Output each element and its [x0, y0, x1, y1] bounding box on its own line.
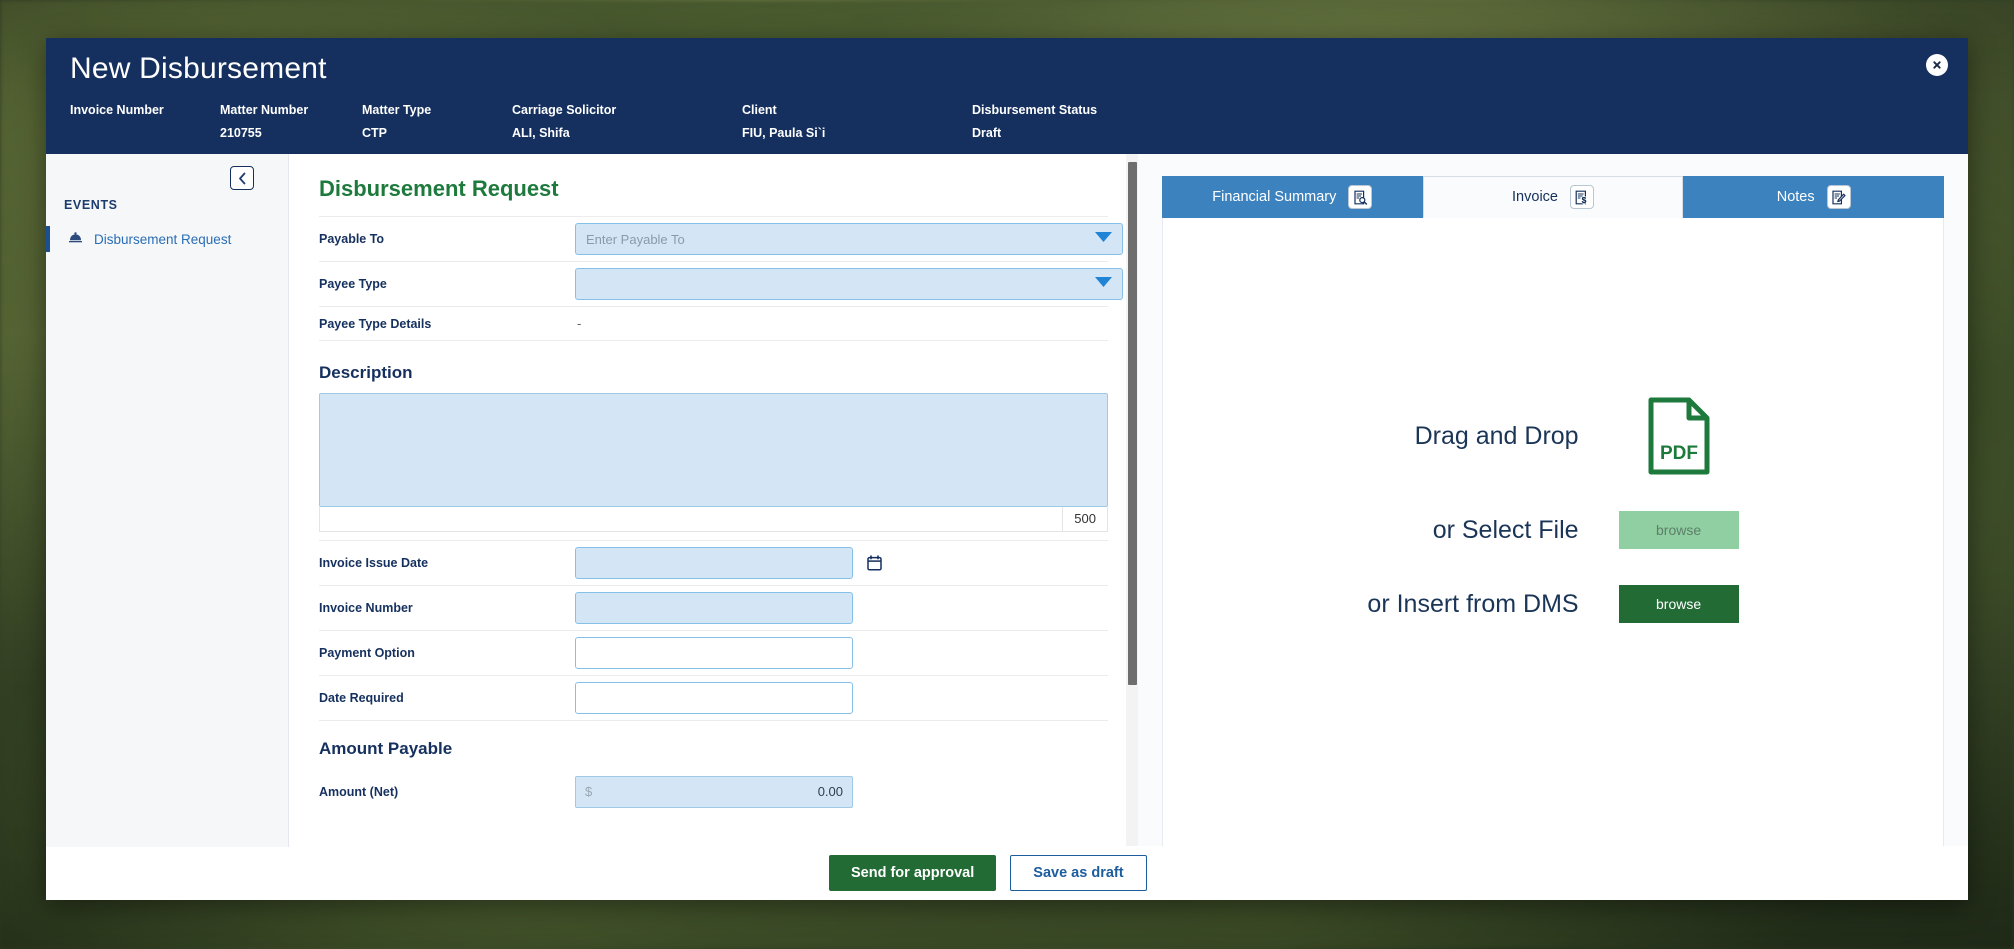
service-bell-icon [68, 230, 83, 248]
field-amount-net: Amount (Net) $ 0.00 [319, 769, 1108, 814]
disbursement-form-column: Disbursement Request Payable To Enter Pa… [289, 154, 1138, 900]
tab-notes[interactable]: Notes [1683, 176, 1945, 218]
field-date-required: Date Required [319, 675, 1108, 720]
meta-value: ALI, Shifa [512, 126, 570, 140]
browse-dms-button[interactable]: browse [1618, 585, 1739, 623]
meta-client: Client FIU, Paula Si`i [742, 102, 972, 141]
meta-value: FIU, Paula Si`i [742, 126, 826, 140]
payable-to-select[interactable] [575, 223, 1123, 255]
description-counter-row: 500 [319, 507, 1108, 532]
meta-disbursement-status: Disbursement Status Draft [972, 102, 1172, 141]
field-invoice-number: Invoice Number [319, 585, 1108, 630]
invoice-issue-date-input[interactable] [575, 547, 853, 579]
field-payment-option: Payment Option [319, 630, 1108, 675]
payee-type-input[interactable] [575, 268, 1123, 300]
payee-type-select[interactable] [575, 268, 1123, 300]
form-section-title: Disbursement Request [319, 176, 559, 201]
document-dollar-icon: $ $ [1569, 185, 1594, 209]
svg-text:PDF: PDF [1660, 443, 1698, 464]
meta-label: Matter Number [220, 103, 309, 117]
field-label: Invoice Issue Date [319, 556, 429, 570]
field-payee-type-details: Payee Type Details - [319, 306, 1108, 340]
new-disbursement-dialog: New Disbursement Invoice Number Matter N… [46, 38, 1968, 900]
meta-label: Disbursement Status [972, 103, 1098, 117]
select-file-label: or Select File [1432, 515, 1579, 544]
description-heading: Description [319, 363, 413, 382]
field-label: Payable To [319, 232, 385, 246]
drag-and-drop-label: Drag and Drop [1414, 421, 1579, 450]
description-textarea[interactable] [319, 393, 1108, 507]
svg-text:$: $ [1582, 195, 1587, 205]
meta-value: CTP [362, 126, 387, 140]
payment-option-input[interactable] [575, 637, 853, 669]
browse-local-file-button[interactable]: browse [1618, 511, 1739, 549]
chevron-left-icon[interactable] [230, 166, 254, 190]
field-label: Invoice Number [319, 601, 413, 615]
amount-payable-heading: Amount Payable [319, 739, 453, 758]
form-scrollbar[interactable] [1126, 154, 1138, 900]
form-scrollbar-thumb[interactable] [1128, 162, 1137, 685]
field-invoice-issue-date: Invoice Issue Date [319, 540, 1108, 585]
pdf-file-icon: PDF [1619, 397, 1739, 475]
status-badge: Draft [972, 126, 1002, 140]
currency-symbol: $ [585, 784, 593, 799]
tab-invoice[interactable]: Invoice $ $ [1422, 176, 1684, 218]
field-label: Date Required [319, 691, 404, 705]
sidebar-heading: EVENTS [64, 198, 118, 212]
amount-net-input[interactable]: $ 0.00 [575, 775, 853, 808]
meta-matter-type: Matter Type CTP [362, 102, 512, 141]
close-icon[interactable] [1926, 54, 1948, 76]
tab-financial-summary[interactable]: Financial Summary [1162, 176, 1423, 218]
amount-net-value: 0.00 [817, 784, 843, 799]
matter-meta-row: Invoice Number Matter Number 210755 Matt… [70, 102, 1944, 141]
meta-value: 210755 [220, 126, 262, 140]
payee-type-details-value: - [577, 316, 582, 331]
field-label: Amount (Net) [319, 784, 399, 799]
meta-label: Carriage Solicitor [512, 103, 617, 117]
tab-label: Invoice [1512, 189, 1558, 205]
date-required-input[interactable] [575, 682, 853, 714]
meta-matter-number: Matter Number 210755 [220, 102, 362, 141]
field-payable-to: Payable To [319, 216, 1123, 261]
file-dropzone[interactable]: Drag and Drop PDF or Select File browse … [1367, 397, 1739, 623]
field-payee-type: Payee Type [319, 261, 1123, 306]
document-search-icon [1348, 185, 1373, 209]
field-label: Payee Type [319, 277, 387, 291]
calendar-icon[interactable] [867, 555, 882, 571]
meta-label: Client [742, 103, 777, 117]
document-panel-tabs: Financial Summary Invoice $ $ Notes [1162, 176, 1945, 218]
page-title: New Disbursement [70, 52, 327, 85]
tab-label: Financial Summary [1212, 189, 1337, 205]
invoice-tab-panel: Drag and Drop PDF or Select File browse … [1162, 218, 1944, 847]
insert-from-dms-label: or Insert from DMS [1367, 589, 1579, 618]
dialog-footer-actions: Send for approval Save as draft [289, 846, 1968, 900]
tab-label: Notes [1776, 189, 1815, 205]
meta-carriage-solicitor: Carriage Solicitor ALI, Shifa [512, 102, 742, 141]
meta-label: Invoice Number [70, 103, 164, 117]
field-label: Payment Option [319, 646, 415, 660]
document-panel: Financial Summary Invoice $ $ Notes Drag… [1138, 154, 1968, 847]
sidebar-item-disbursement-request[interactable]: Disbursement Request [46, 226, 288, 252]
document-pen-icon [1826, 185, 1851, 209]
sidebar-item-label: Disbursement Request [94, 231, 232, 247]
meta-invoice-number: Invoice Number [70, 102, 220, 141]
field-label: Payee Type Details [319, 316, 432, 331]
meta-label: Matter Type [362, 103, 432, 117]
dialog-body: EVENTS Disbursement Request Disbursement… [46, 154, 1968, 900]
save-as-draft-button[interactable]: Save as draft [1010, 855, 1147, 891]
events-sidebar: EVENTS Disbursement Request [46, 154, 289, 847]
dialog-header: New Disbursement Invoice Number Matter N… [46, 38, 1968, 154]
send-for-approval-button[interactable]: Send for approval [829, 855, 997, 891]
invoice-number-input[interactable] [575, 592, 853, 624]
description-char-counter: 500 [1062, 507, 1107, 531]
payable-to-input[interactable] [575, 223, 1123, 255]
